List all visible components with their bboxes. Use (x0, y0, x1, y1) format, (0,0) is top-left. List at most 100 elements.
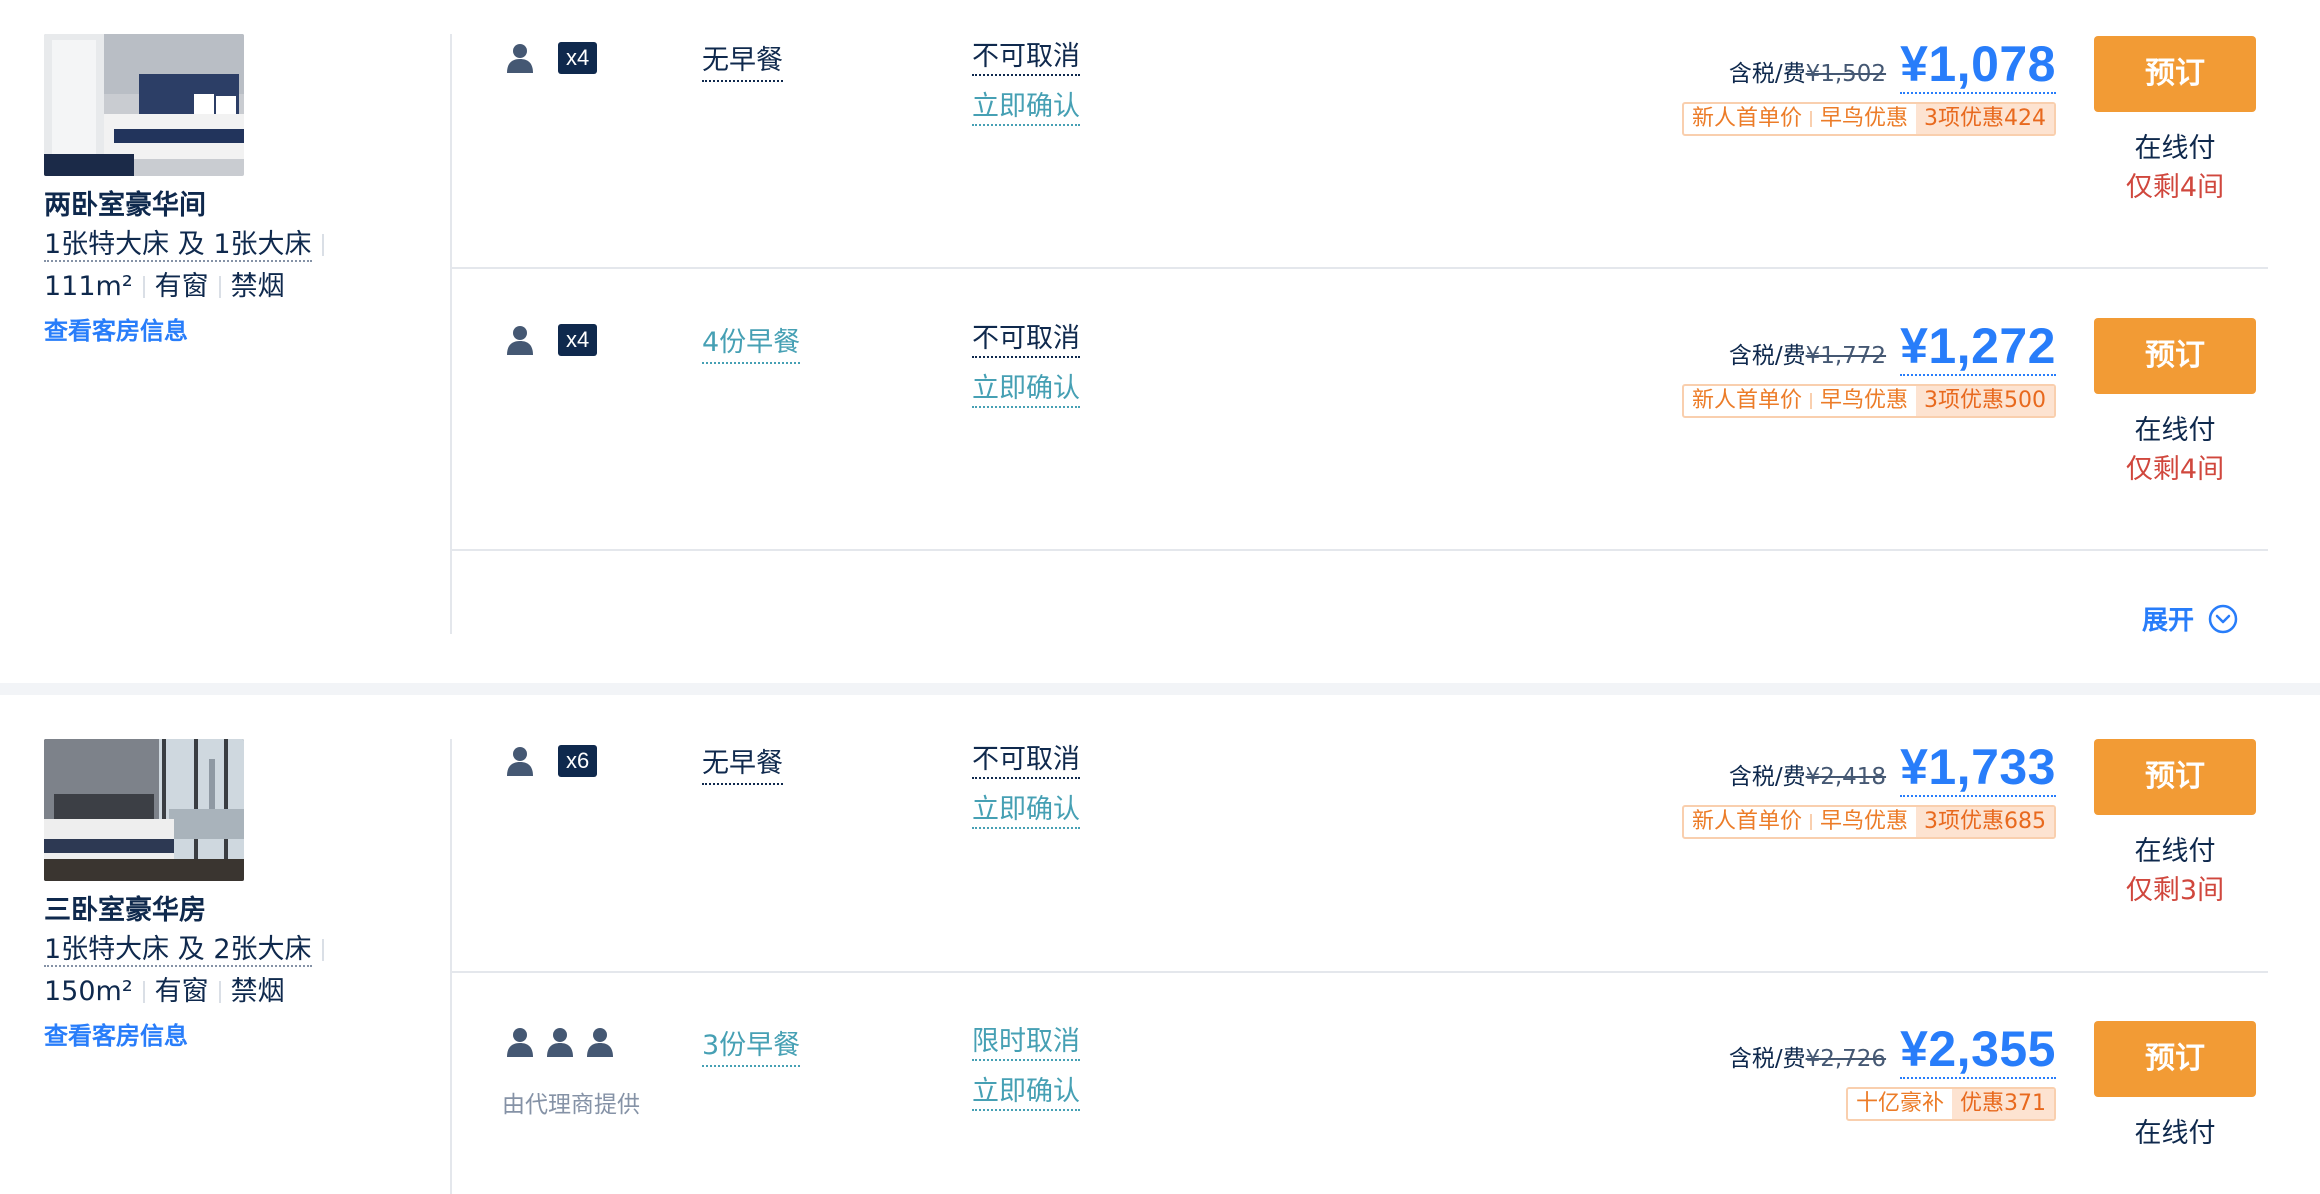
discount-tags[interactable]: 新人首单价 早鸟优惠 3项优惠685 (1681, 805, 2056, 839)
current-price[interactable]: ¥2,355 (1900, 1021, 2056, 1079)
policy: 不可取消 立即确认 (972, 743, 1080, 829)
room-name: 三卧室豪华房 (44, 895, 206, 926)
booking-column: 预订 在线付 仅剩4间 (2094, 318, 2256, 490)
chevron-down-circle-icon (2208, 604, 2238, 633)
rooms-left-notice: 仅剩3间 (2125, 875, 2225, 906)
rate-row: 由代理商提供 3份早餐 限时取消 立即确认 含税/费 ¥2,726 ¥2,355… (452, 1021, 2268, 1194)
bed-type[interactable]: 1张特大床 及 1张大床 (44, 229, 312, 262)
divider (142, 981, 145, 1003)
discount-tags[interactable]: 新人首单价 早鸟优惠 3项优惠424 (1681, 102, 2056, 136)
divider (321, 939, 324, 961)
price-area: 含税/费 ¥1,502 ¥1,078 新人首单价 早鸟优惠 3项优惠424 (1681, 36, 2056, 136)
bed-type[interactable]: 1张特大床 及 2张大床 (44, 934, 312, 967)
room-info: 三卧室豪华房 1张特大床 及 2张大床 150m² 有窗 禁烟 查看客房信息 (44, 739, 424, 1053)
confirm-policy[interactable]: 立即确认 (972, 793, 1080, 829)
tax-label: 含税/费 (1728, 61, 1806, 87)
book-button[interactable]: 预订 (2094, 318, 2256, 394)
meal-plan[interactable]: 3份早餐 (702, 1029, 801, 1067)
discount-tag: 早鸟优惠 (1819, 106, 1908, 131)
payment-method: 在线付 (2134, 836, 2216, 867)
discount-tags[interactable]: 新人首单价 早鸟优惠 3项优惠500 (1681, 384, 2056, 418)
discount-tag: 十亿豪补 (1855, 1091, 1944, 1116)
room-window: 有窗 (154, 271, 209, 302)
confirm-policy[interactable]: 立即确认 (972, 1075, 1080, 1111)
meal-plan[interactable]: 4份早餐 (702, 326, 801, 364)
person-icon (506, 746, 534, 776)
price-line: 含税/费 ¥1,772 ¥1,272 (1682, 318, 2056, 376)
room-name: 两卧室豪华间 (44, 190, 206, 221)
room-smoking: 禁烟 (230, 271, 285, 302)
book-button[interactable]: 预订 (2094, 36, 2256, 112)
room-photo[interactable] (44, 34, 244, 176)
cancel-policy[interactable]: 不可取消 (972, 40, 1080, 76)
current-price[interactable]: ¥1,078 (1900, 36, 2056, 94)
payment-method: 在线付 (2134, 1118, 2216, 1149)
rate-row: x4 无早餐 不可取消 立即确认 含税/费 ¥1,502 ¥1,078 新人首单… (452, 36, 2268, 266)
rooms-left-notice: 仅剩4间 (2125, 454, 2225, 485)
person-icon (546, 1027, 574, 1057)
person-icon (506, 43, 534, 73)
person-icon (506, 325, 534, 355)
discount-total-tag: 优惠371 (1952, 1089, 2054, 1119)
current-price[interactable]: ¥1,272 (1900, 318, 2056, 376)
cancel-policy[interactable]: 限时取消 (972, 1025, 1080, 1061)
booking-column: 预订 在线付 (2094, 1021, 2256, 1153)
policy: 不可取消 立即确认 (972, 40, 1080, 126)
price-line: 含税/费 ¥2,418 ¥1,733 (1682, 739, 2056, 797)
rooms-left-notice: 仅剩4间 (2125, 172, 2225, 203)
price-area: 含税/费 ¥2,418 ¥1,733 新人首单价 早鸟优惠 3项优惠685 (1681, 739, 2056, 839)
discount-tag: 新人首单价 (1691, 106, 1802, 131)
room-photo[interactable] (44, 739, 244, 881)
book-button[interactable]: 预订 (2094, 739, 2256, 815)
price-line: 含税/费 ¥1,502 ¥1,078 (1682, 36, 2056, 94)
current-price[interactable]: ¥1,733 (1900, 739, 2056, 797)
discount-tag: 早鸟优惠 (1819, 809, 1908, 834)
confirm-policy[interactable]: 立即确认 (972, 90, 1080, 126)
row-divider (452, 549, 2268, 551)
room-card: 两卧室豪华间 1张特大床 及 1张大床 111m² 有窗 禁烟 查看客房信息 x4 … (0, 0, 2320, 683)
divider (321, 234, 324, 256)
room-photo-image (44, 739, 244, 881)
guest-count-badge: x4 (558, 42, 598, 74)
expand-button[interactable]: 展开 (2142, 600, 2238, 637)
divider (218, 276, 221, 298)
room-card: 三卧室豪华房 1张特大床 及 2张大床 150m² 有窗 禁烟 查看客房信息 x6 … (0, 695, 2320, 1194)
room-size: 111m² (44, 271, 133, 302)
original-price: ¥2,726 (1805, 1046, 1887, 1072)
view-room-info-link[interactable]: 查看客房信息 (44, 1019, 188, 1053)
agent-provided-note: 由代理商提供 (502, 1092, 640, 1118)
tax-label: 含税/费 (1728, 1046, 1806, 1072)
expand-label: 展开 (2142, 606, 2195, 636)
section-gap (0, 683, 2320, 695)
original-price: ¥2,418 (1805, 764, 1887, 790)
discount-total-tag: 3项优惠424 (1916, 104, 2054, 134)
cancel-policy[interactable]: 不可取消 (972, 322, 1080, 358)
policy: 限时取消 立即确认 (972, 1025, 1080, 1111)
room-size: 150m² (44, 976, 133, 1007)
meal-plan[interactable]: 无早餐 (702, 44, 783, 82)
view-room-info-link[interactable]: 查看客房信息 (44, 314, 188, 348)
row-divider (452, 267, 2268, 269)
discount-total-tag: 3项优惠685 (1916, 807, 2054, 837)
policy: 不可取消 立即确认 (972, 322, 1080, 408)
guest-count-badge: x6 (558, 745, 598, 777)
room-photo-image (44, 34, 244, 176)
room-smoking: 禁烟 (230, 976, 285, 1007)
meal-plan[interactable]: 无早餐 (702, 747, 783, 785)
room-bed-type: 1张特大床 及 2张大床 (44, 929, 424, 971)
discount-tags[interactable]: 十亿豪补 优惠371 (1845, 1087, 2056, 1121)
room-window: 有窗 (154, 976, 209, 1007)
original-price: ¥1,772 (1805, 343, 1887, 369)
payment-method: 在线付 (2134, 133, 2216, 164)
booking-column: 预订 在线付 仅剩3间 (2094, 739, 2256, 911)
book-button[interactable]: 预订 (2094, 1021, 2256, 1097)
guest-capacity: x4 (506, 324, 598, 356)
cancel-policy[interactable]: 不可取消 (972, 743, 1080, 779)
rate-row: x6 无早餐 不可取消 立即确认 含税/费 ¥2,418 ¥1,733 新人首单… (452, 739, 2268, 969)
divider (142, 276, 145, 298)
rate-row: x4 4份早餐 不可取消 立即确认 含税/费 ¥1,772 ¥1,272 新人首… (452, 318, 2268, 548)
confirm-policy[interactable]: 立即确认 (972, 372, 1080, 408)
discount-tag: 新人首单价 (1691, 388, 1802, 413)
price-area: 含税/费 ¥2,726 ¥2,355 十亿豪补 优惠371 (1729, 1021, 2056, 1121)
divider (218, 981, 221, 1003)
